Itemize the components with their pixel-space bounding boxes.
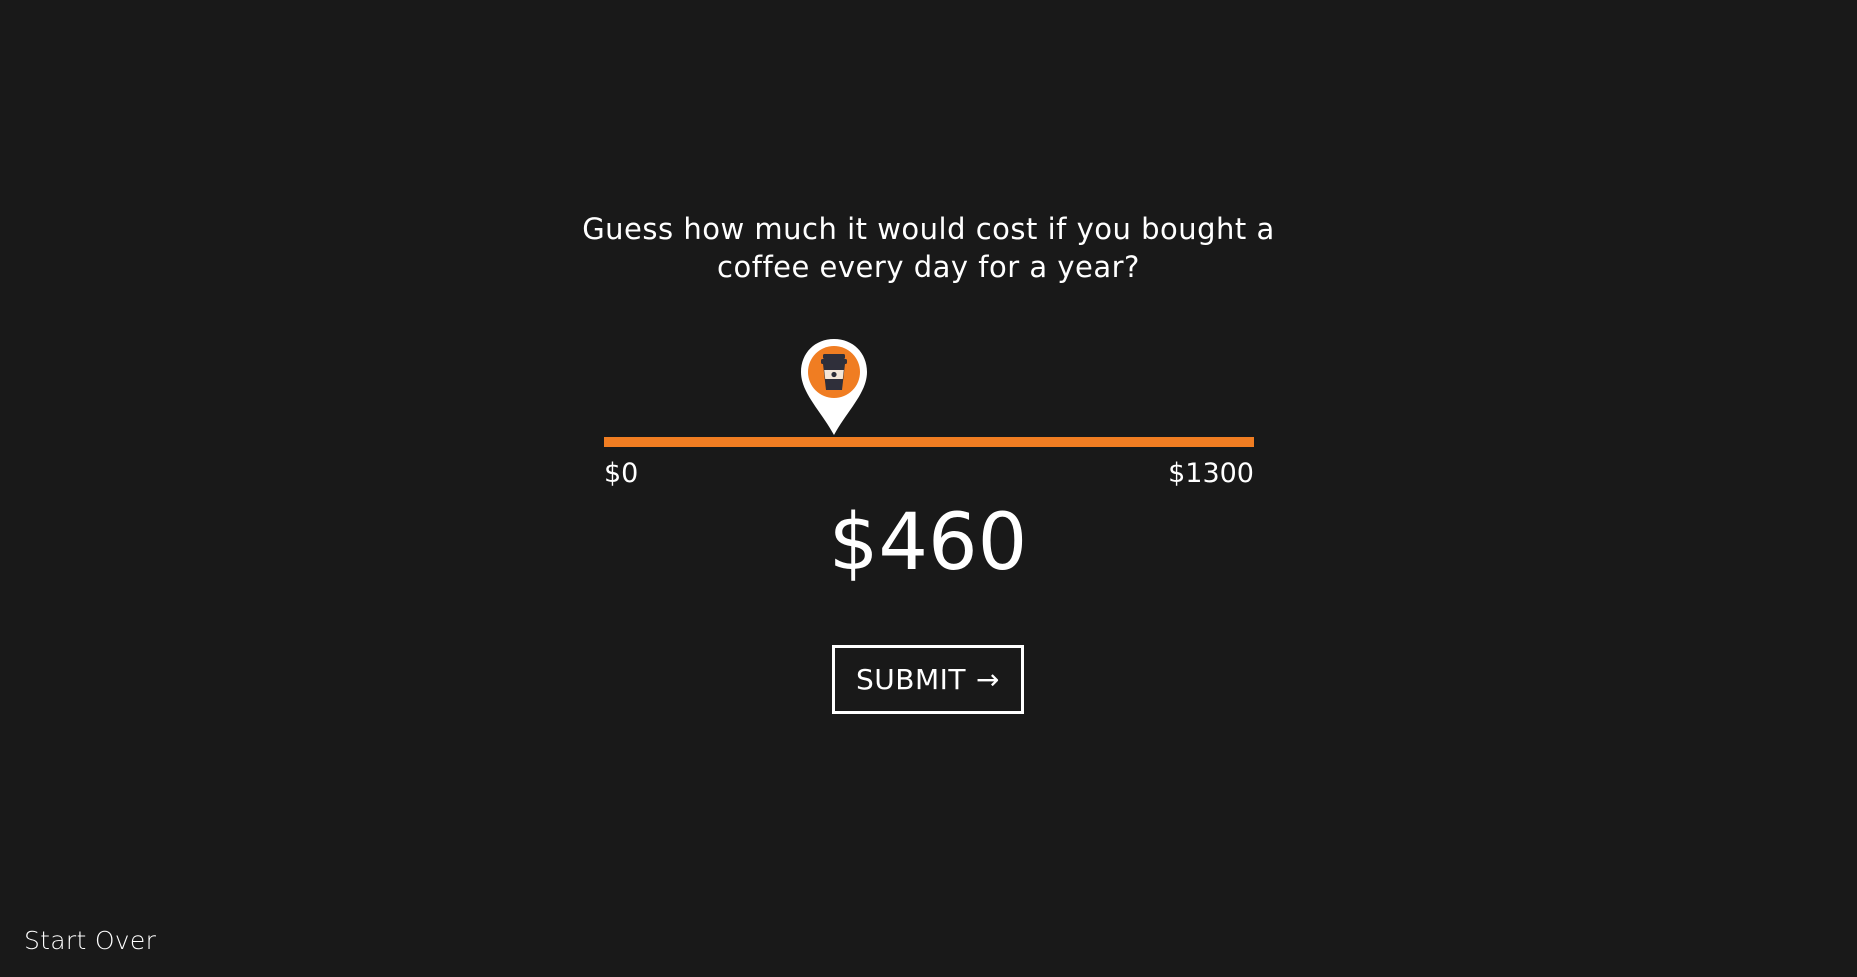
slider-min-label: $0 (604, 458, 639, 489)
coffee-cup-location-pin-icon (801, 339, 867, 435)
cost-slider[interactable]: $0 $1300 (604, 337, 1254, 489)
slider-thumb[interactable] (799, 337, 869, 437)
question-line-1: Guess how much it would cost if you boug… (582, 212, 1275, 246)
submit-button[interactable]: SUBMIT → (832, 645, 1024, 714)
slider-max-label: $1300 (1168, 458, 1254, 489)
slider-track[interactable] (604, 437, 1254, 447)
start-over-link[interactable]: Start Over (24, 926, 156, 955)
coffee-cost-quiz: Guess how much it would cost if you boug… (0, 0, 1857, 977)
submit-label: SUBMIT (856, 663, 967, 696)
question-line-2: coffee every day for a year? (717, 250, 1140, 284)
question-text: Guess how much it would cost if you boug… (560, 210, 1297, 286)
guess-value: $460 (828, 498, 1028, 588)
arrow-right-icon: → (976, 663, 1000, 696)
